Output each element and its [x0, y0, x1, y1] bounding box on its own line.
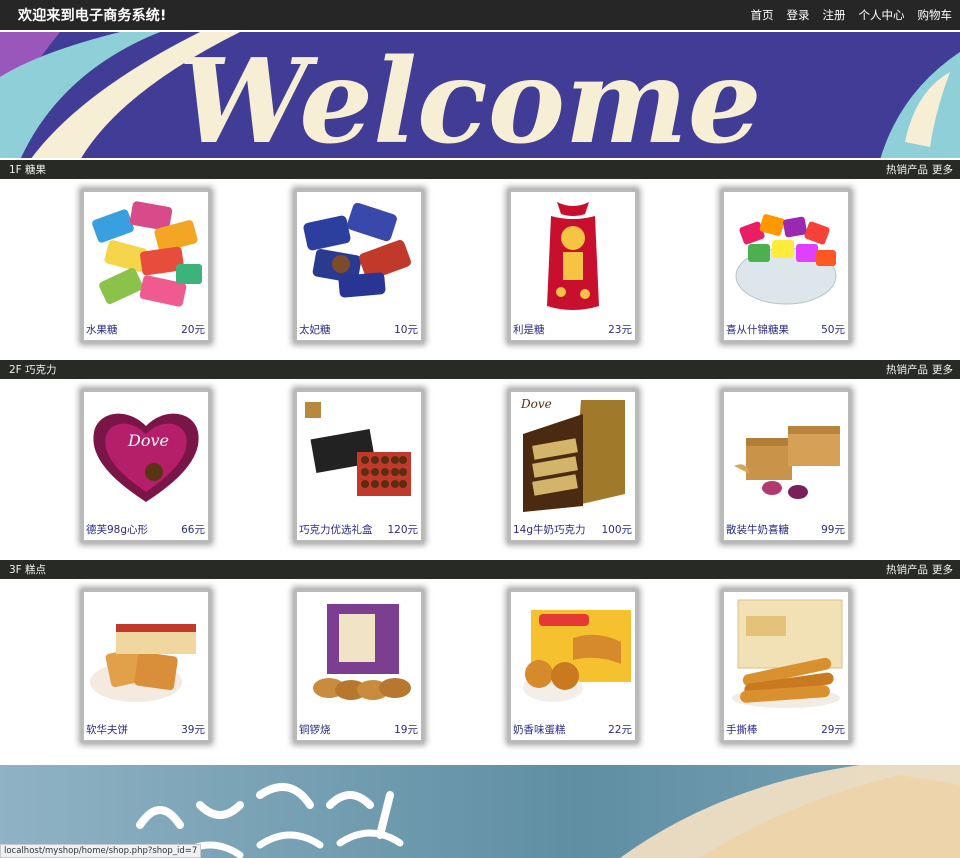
product-price: 22元 — [608, 724, 632, 736]
product-name[interactable]: 太妃糖 — [299, 322, 331, 337]
welcome-banner-art: Welcome — [0, 32, 960, 160]
product-card[interactable]: 利是糖 23元 — [508, 189, 638, 343]
wrapped-chocolate-gift-image — [726, 394, 846, 518]
product-price: 99元 — [821, 524, 845, 536]
product-card[interactable]: Dove 德芙98g心形 66元 — [81, 389, 211, 543]
product-price: 29元 — [821, 724, 845, 736]
floor-products-2f: Dove 德芙98g心形 66元 巧克力优选礼盒 120元 Dove 14g牛奶… — [0, 379, 960, 560]
svg-text:Dove: Dove — [520, 397, 552, 411]
product-name[interactable]: 德芙98g心形 — [86, 522, 148, 537]
nav-home-link[interactable]: 首页 — [751, 7, 774, 23]
product-name[interactable]: 14g牛奶巧克力 — [513, 522, 586, 537]
browser-status-url: localhost/myshop/home/shop.php?shop_id=7 — [0, 844, 202, 858]
top-nav: 首页 登录 注册 个人中心 购物车 — [751, 7, 953, 23]
product-price: 10元 — [394, 324, 418, 336]
product-card[interactable]: 奶香味蛋糕 22元 — [508, 589, 638, 743]
more-link[interactable]: 更多 — [932, 164, 953, 176]
mixed-candy-bowl-image — [726, 194, 846, 318]
heart-chocolate-box-image: Dove — [86, 394, 206, 518]
more-link[interactable]: 更多 — [932, 364, 953, 376]
welcome-banner: Welcome — [0, 32, 960, 160]
product-name[interactable]: 奶香味蛋糕 — [513, 722, 566, 737]
chocolate-gift-box-image — [299, 394, 419, 518]
dorayaki-image — [299, 594, 419, 718]
product-card[interactable]: 喜从什锦糖果 50元 — [721, 189, 851, 343]
floor-bar-2f: 2F 巧克力 热销产品 更多 — [0, 360, 960, 379]
product-name[interactable]: 巧克力优选礼盒 — [299, 522, 373, 537]
product-price: 20元 — [181, 324, 205, 336]
nav-cart-link[interactable]: 购物车 — [918, 7, 953, 23]
floor-products-3f: 软华夫饼 39元 铜锣烧 19元 奶香味蛋糕 22元 手撕棒 29元 — [0, 579, 960, 760]
bread-stick-image — [726, 594, 846, 718]
toffee-image — [299, 194, 419, 318]
product-price: 50元 — [821, 324, 845, 336]
hot-products-link[interactable]: 热销产品 — [886, 564, 928, 576]
floor-bar-3f: 3F 糕点 热销产品 更多 — [0, 560, 960, 579]
site-title: 欢迎来到电子商务系统! — [18, 8, 167, 24]
product-card[interactable]: 散装牛奶喜糖 99元 — [721, 389, 851, 543]
floor-label: 2F 巧克力 — [9, 364, 57, 376]
product-card[interactable]: Dove 14g牛奶巧克力 100元 — [508, 389, 638, 543]
svg-text:Dove: Dove — [127, 431, 169, 450]
product-card[interactable]: 手撕棒 29元 — [721, 589, 851, 743]
product-name[interactable]: 铜锣烧 — [299, 722, 331, 737]
product-name[interactable]: 利是糖 — [513, 322, 545, 337]
product-price: 39元 — [181, 724, 205, 736]
floor-bar-1f: 1F 糖果 热销产品 更多 — [0, 160, 960, 179]
floor-label: 3F 糕点 — [9, 564, 47, 576]
hot-products-link[interactable]: 热销产品 — [886, 364, 928, 376]
product-name[interactable]: 散装牛奶喜糖 — [726, 522, 789, 537]
product-price: 19元 — [394, 724, 418, 736]
product-price: 23元 — [608, 324, 632, 336]
product-price: 120元 — [387, 524, 418, 536]
floor-products-1f: 水果糖 20元 太妃糖 10元 利是糖 23元 喜从什锦糖果 50元 — [0, 179, 960, 360]
top-header: 欢迎来到电子商务系统! 首页 登录 注册 个人中心 购物车 — [0, 0, 960, 30]
milk-chocolate-display-box-image: Dove — [513, 394, 633, 518]
product-price: 66元 — [181, 524, 205, 536]
nav-login-link[interactable]: 登录 — [787, 7, 810, 23]
lucky-candy-bag-image — [513, 194, 633, 318]
waffle-image — [86, 594, 206, 718]
nav-register-link[interactable]: 注册 — [823, 7, 846, 23]
milk-cake-image — [513, 594, 633, 718]
floor-label: 1F 糖果 — [9, 164, 47, 176]
product-name[interactable]: 水果糖 — [86, 322, 118, 337]
hot-products-link[interactable]: 热销产品 — [886, 164, 928, 176]
nav-profile-link[interactable]: 个人中心 — [859, 7, 905, 23]
product-card[interactable]: 太妃糖 10元 — [294, 189, 424, 343]
product-name[interactable]: 软华夫饼 — [86, 722, 128, 737]
product-card[interactable]: 软华夫饼 39元 — [81, 589, 211, 743]
product-card[interactable]: 铜锣烧 19元 — [294, 589, 424, 743]
welcome-banner-text: Welcome — [178, 34, 761, 160]
product-card[interactable]: 水果糖 20元 — [81, 189, 211, 343]
product-price: 100元 — [601, 524, 632, 536]
product-name[interactable]: 手撕棒 — [726, 722, 758, 737]
fruit-candy-image — [86, 194, 206, 318]
product-card[interactable]: 巧克力优选礼盒 120元 — [294, 389, 424, 543]
more-link[interactable]: 更多 — [932, 564, 953, 576]
product-name[interactable]: 喜从什锦糖果 — [726, 322, 789, 337]
